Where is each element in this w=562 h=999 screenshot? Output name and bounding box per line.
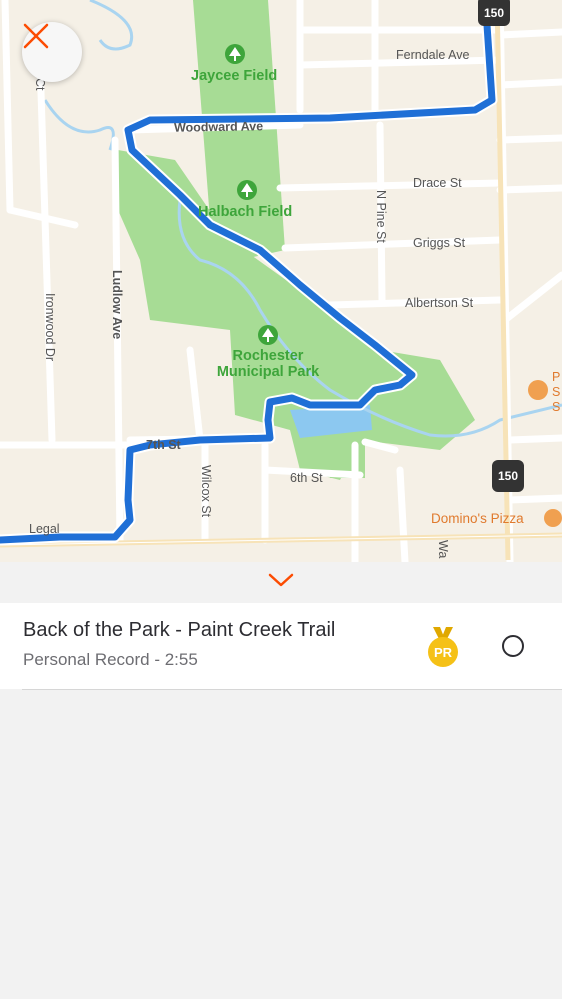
street-label: Drace St	[413, 176, 462, 190]
place-label: Rochester	[232, 348, 304, 364]
route-map[interactable]: 150 150 Ferndale Ave Woodward Ave Drace …	[0, 0, 562, 562]
collapse-bar[interactable]	[0, 562, 562, 602]
street-label: Ironwood Dr	[43, 293, 57, 362]
segment-name: Back of the Park - Paint Creek Trail	[23, 619, 336, 641]
street-label: 6th St	[290, 471, 323, 485]
place-label: Jaycee Field	[191, 68, 278, 84]
route-shield-icon: 150	[478, 0, 510, 26]
segment-subtitle: Personal Record - 2:55	[23, 650, 198, 669]
segment-row[interactable]: Back of the Park - Paint Creek Trail Per…	[0, 603, 562, 690]
place-label: Halbach Field	[198, 204, 293, 220]
street-label: Wilcox St	[199, 465, 213, 518]
street-label: N Pine St	[374, 190, 388, 243]
street-label: 7th St	[146, 438, 181, 452]
segment-select-radio[interactable]	[502, 635, 524, 657]
route-shield-icon: 150	[492, 460, 524, 492]
place-label: Municipal Park	[216, 364, 320, 380]
street-label: Wa	[436, 540, 450, 559]
map-canvas	[0, 0, 562, 562]
place-label: Domino's Pizza	[431, 511, 524, 526]
divider	[22, 689, 562, 690]
pr-medal-icon: PR	[427, 627, 459, 669]
street-label: Woodward Ave	[173, 119, 264, 135]
street-label: Griggs St	[413, 236, 466, 250]
place-label: P S S	[552, 370, 561, 414]
chevron-down-icon[interactable]	[268, 572, 294, 588]
close-icon	[23, 23, 49, 49]
street-label: Ludlow Ave	[110, 270, 124, 340]
close-button[interactable]	[22, 22, 82, 82]
street-label: Albertson St	[405, 296, 474, 310]
street-label: Legal	[29, 522, 60, 536]
pr-badge-label: PR	[433, 645, 453, 660]
street-label: Ferndale Ave	[396, 48, 470, 62]
